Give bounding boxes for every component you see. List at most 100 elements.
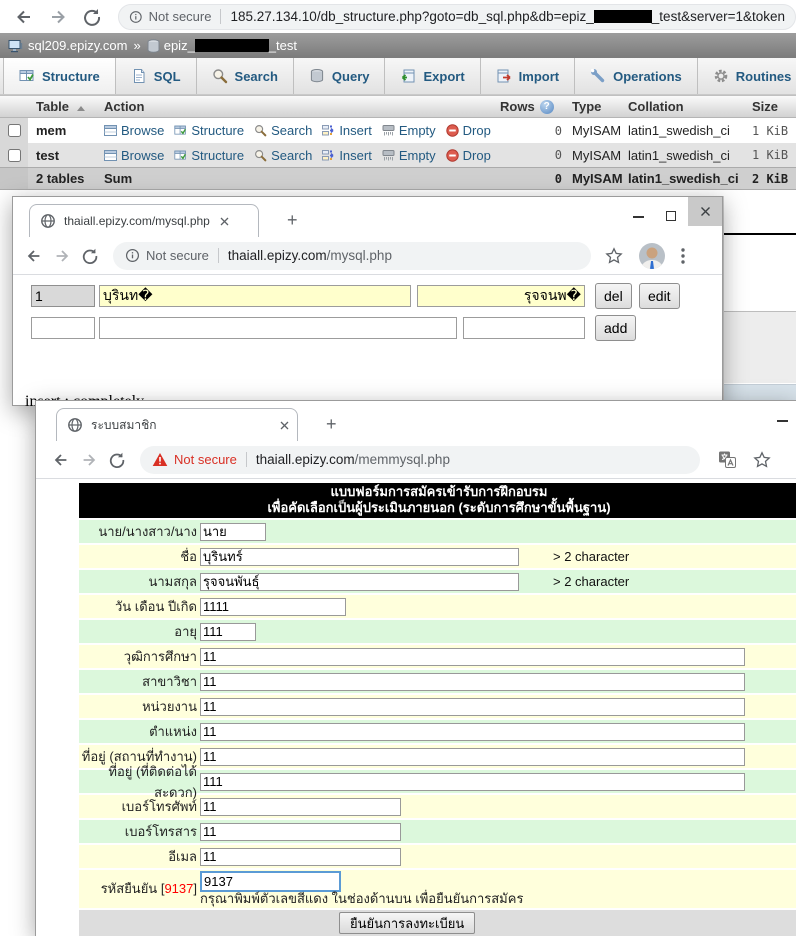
submit-registration-button[interactable]: ยืนยันการลงทะเบียน [339, 912, 475, 934]
translate-icon[interactable] [718, 450, 737, 469]
footer-rows: 0 [500, 172, 566, 186]
help-icon[interactable]: ? [540, 100, 554, 114]
phone-field[interactable] [200, 798, 401, 816]
search-link[interactable]: Search [254, 148, 312, 163]
table-name[interactable]: mem [28, 123, 98, 138]
win2-content: แบบฟอร์มการสมัครเข้ารับการฝึกอบรม เพื่อค… [36, 479, 796, 936]
tab-routines[interactable]: Routines [698, 58, 796, 94]
win2-address-bar[interactable]: Not secure thaiall.epizy.com/memmysql.ph… [140, 446, 700, 474]
breadcrumb-server[interactable]: sql209.epizy.com [28, 38, 127, 53]
browse-link[interactable]: Browse [104, 123, 164, 138]
tab-structure[interactable]: Structure [3, 58, 116, 94]
table-header-row: Table Action Rows? Type Collation Size [0, 95, 796, 118]
empty-shredder-icon [382, 124, 395, 137]
record-id-field[interactable] [31, 285, 95, 307]
tab-operations[interactable]: Operations [575, 58, 698, 94]
edit-button[interactable]: edit [639, 283, 680, 309]
forward-icon[interactable] [80, 451, 98, 469]
tab-sql[interactable]: SQL [116, 58, 197, 94]
tab-query[interactable]: Query [294, 58, 386, 94]
col-table[interactable]: Table [28, 99, 98, 114]
bookmark-star-icon[interactable] [753, 451, 771, 469]
record-surname-field[interactable] [417, 285, 585, 307]
contact-address-field[interactable] [200, 773, 745, 791]
menu-dots-icon[interactable] [681, 248, 685, 264]
validation-hint: > 2 character [553, 549, 629, 564]
database-icon [147, 39, 160, 53]
empty-link[interactable]: Empty [382, 123, 436, 138]
info-icon [125, 248, 140, 263]
forward-icon[interactable] [53, 247, 71, 265]
win1-tab[interactable]: thaiall.epizy.com/mysql.php [29, 204, 259, 237]
organization-field[interactable] [200, 698, 745, 716]
new-id-field[interactable] [31, 317, 95, 339]
row-collation[interactable]: latin1_swedish_ci [628, 123, 748, 138]
empty-link[interactable]: Empty [382, 148, 436, 163]
reload-icon[interactable] [108, 451, 126, 469]
position-field[interactable] [200, 723, 745, 741]
tab-close-icon[interactable] [280, 421, 289, 430]
lastname-field[interactable] [200, 573, 519, 591]
row-checkbox[interactable] [8, 149, 21, 162]
breadcrumb-database[interactable]: epiz__test [164, 38, 297, 53]
form-row-verification-code: รหัสยืนยัน [9137] กรุณาพิมพ์ตัวเลขสีแดง … [79, 870, 796, 908]
back-icon[interactable] [52, 451, 70, 469]
back-icon[interactable] [25, 247, 43, 265]
empty-shredder-icon [382, 149, 395, 162]
win2-tab[interactable]: ระบบสมาชิก [56, 408, 298, 441]
col-size: Size [748, 99, 796, 114]
education-field[interactable] [200, 648, 745, 666]
structure-link[interactable]: Structure [174, 148, 244, 163]
new-tab-button[interactable]: + [326, 415, 337, 433]
email-field[interactable] [200, 848, 401, 866]
drop-icon [446, 124, 459, 137]
pma-tab-bar: Structure SQL Search Query Export Import… [0, 58, 796, 95]
bookmark-star-icon[interactable] [605, 247, 623, 265]
profile-avatar[interactable] [639, 243, 665, 269]
title-prefix-field[interactable] [200, 523, 266, 541]
win1-address-bar[interactable]: Not secure thaiall.epizy.com/mysql.php [113, 242, 591, 270]
delete-button[interactable]: del [595, 283, 632, 309]
search-link[interactable]: Search [254, 123, 312, 138]
major-field[interactable] [200, 673, 745, 691]
main-url: 185.27.134.10/db_structure.php?goto=db_s… [230, 9, 785, 24]
insert-link[interactable]: Insert [322, 148, 372, 163]
add-button[interactable]: add [595, 315, 636, 341]
query-icon [309, 68, 325, 84]
header-check-col [0, 96, 28, 117]
new-name-field[interactable] [99, 317, 457, 339]
tab-search[interactable]: Search [197, 58, 294, 94]
firstname-field[interactable] [200, 548, 519, 566]
drop-link[interactable]: Drop [446, 148, 491, 163]
insert-link[interactable]: Insert [322, 123, 372, 138]
minimize-button[interactable] [633, 216, 644, 218]
reload-icon[interactable] [82, 7, 102, 27]
table-name[interactable]: test [28, 148, 98, 163]
fax-field[interactable] [200, 823, 401, 841]
verification-note: กรุณาพิมพ์ตัวเลขสีแดง ในช่องด้านบน เพื่อ… [200, 892, 523, 906]
tab-import[interactable]: Import [481, 58, 575, 94]
search-icon [254, 124, 267, 137]
age-field[interactable] [200, 623, 256, 641]
structure-link[interactable]: Structure [174, 123, 244, 138]
new-tab-button[interactable]: + [287, 211, 298, 229]
forward-icon[interactable] [48, 7, 68, 27]
browse-link[interactable]: Browse [104, 148, 164, 163]
drop-link[interactable]: Drop [446, 123, 491, 138]
footer-type: MyISAM [566, 171, 628, 186]
record-name-field[interactable] [99, 285, 411, 307]
main-address-bar[interactable]: Not secure 185.27.134.10/db_structure.ph… [118, 4, 796, 30]
work-address-field[interactable] [200, 748, 745, 766]
tab-export[interactable]: Export [385, 58, 480, 94]
close-button[interactable] [688, 197, 722, 226]
reload-icon[interactable] [81, 247, 99, 265]
tab-close-icon[interactable] [220, 217, 229, 226]
verification-code-field[interactable] [200, 871, 341, 892]
row-checkbox[interactable] [8, 124, 21, 137]
new-surname-field[interactable] [463, 317, 585, 339]
back-icon[interactable] [14, 7, 34, 27]
row-collation[interactable]: latin1_swedish_ci [628, 148, 748, 163]
maximize-button[interactable] [666, 211, 676, 221]
birthdate-field[interactable] [200, 598, 346, 616]
minimize-button[interactable] [777, 420, 788, 422]
